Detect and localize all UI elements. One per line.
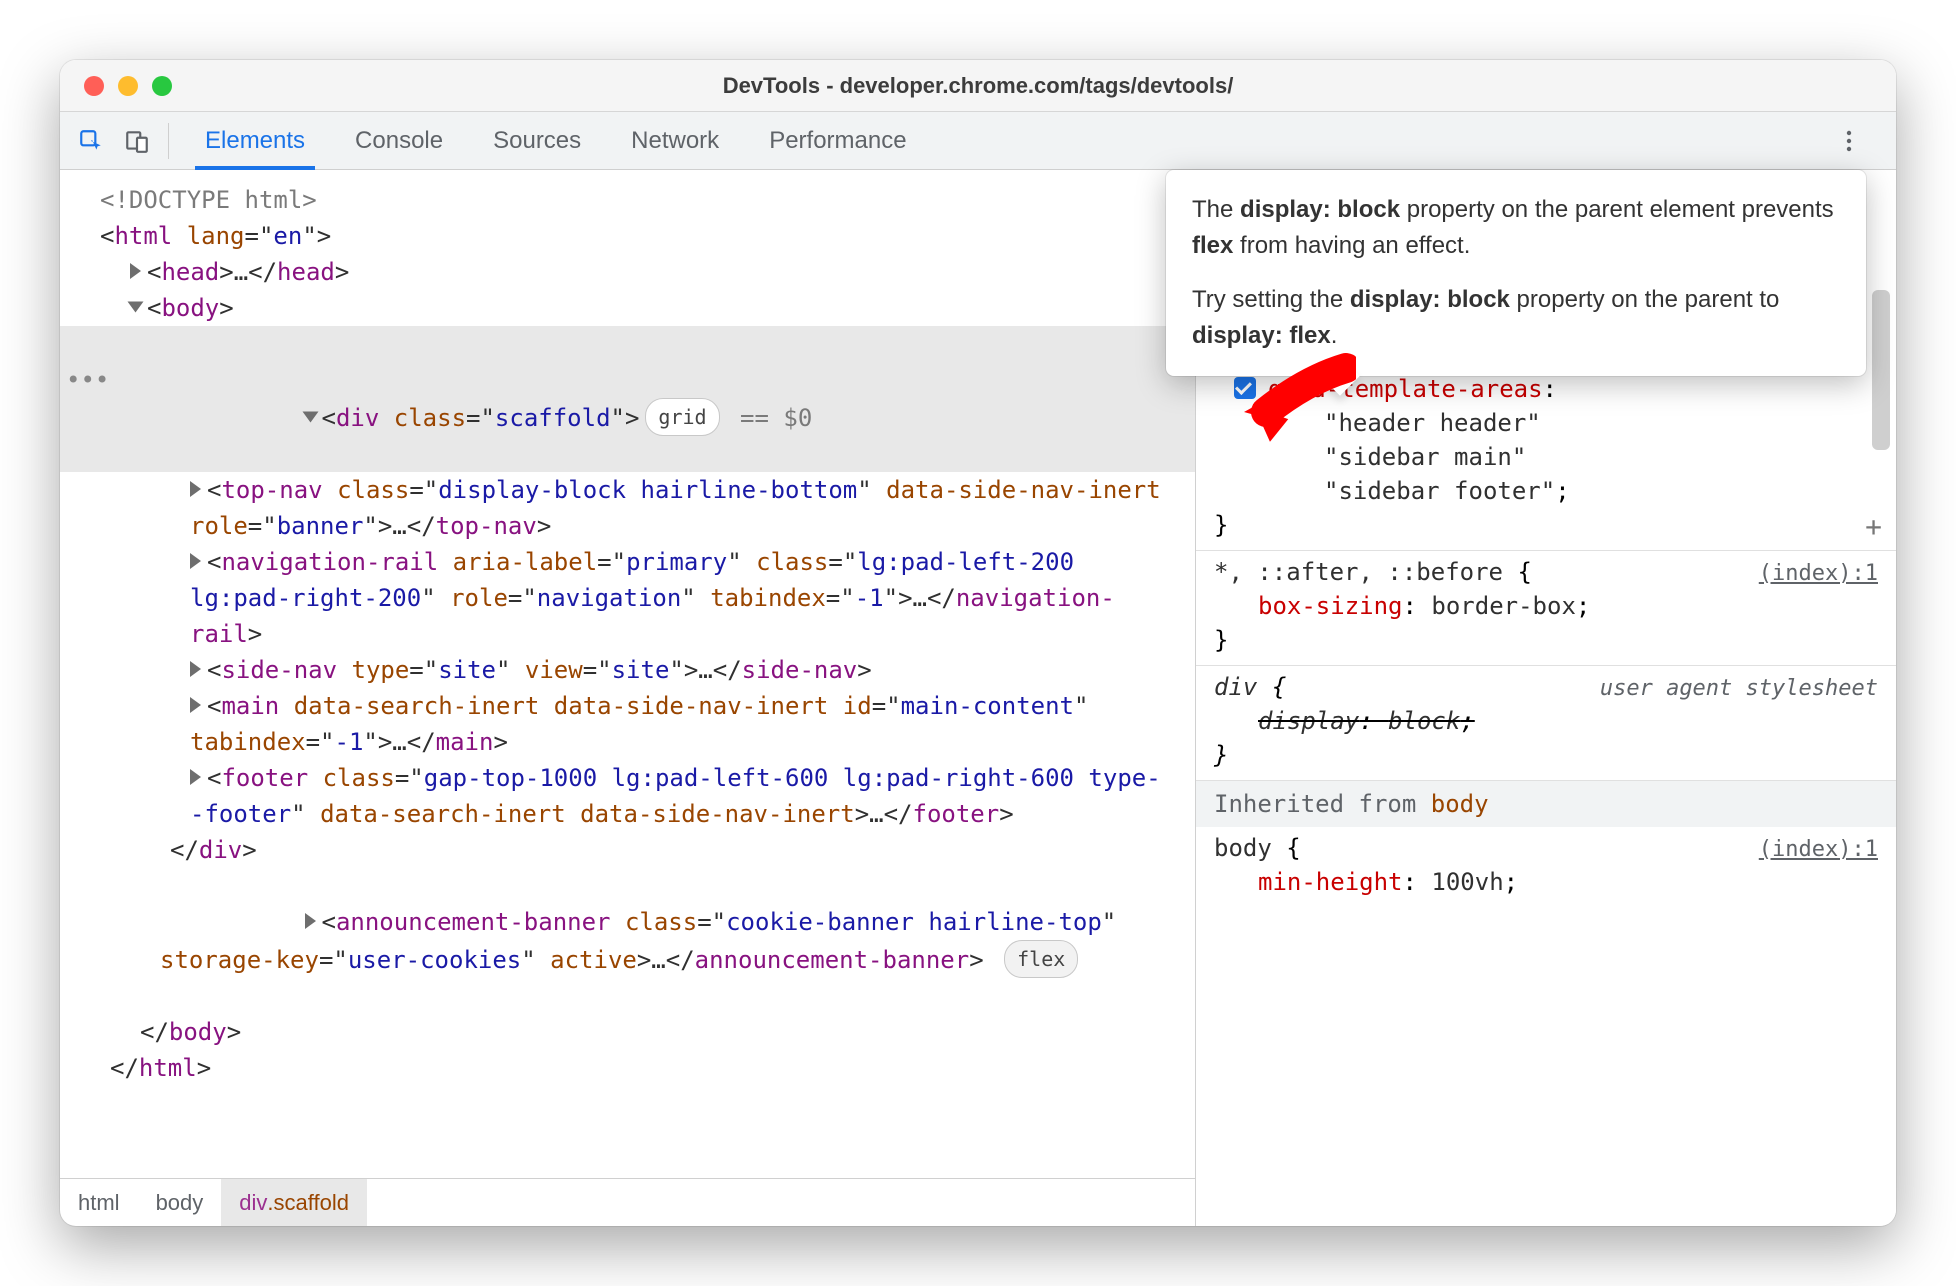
inspect-icon[interactable] [68, 118, 114, 164]
dom-node-main[interactable]: <main data-search-inert data-side-nav-in… [60, 688, 1195, 760]
window-title: DevTools - developer.chrome.com/tags/dev… [60, 73, 1896, 99]
dom-tree[interactable]: <!DOCTYPE html> <html lang="en"> <head>…… [60, 170, 1195, 1178]
dom-doctype[interactable]: <!DOCTYPE html> [60, 182, 1195, 218]
tab-console[interactable]: Console [345, 112, 453, 169]
tab-sources[interactable]: Sources [483, 112, 591, 169]
ua-source: user agent stylesheet [1600, 672, 1878, 706]
panel-tabs: Elements Console Sources Network Perform… [195, 112, 917, 169]
dom-pane: <!DOCTYPE html> <html lang="en"> <head>…… [60, 170, 1196, 1226]
close-window-button[interactable] [84, 76, 104, 96]
rule-ua-div[interactable]: user agent stylesheet div { display: blo… [1196, 666, 1896, 781]
dom-node-footer[interactable]: <footer class="gap-top-1000 lg:pad-left-… [60, 760, 1195, 832]
flex-badge[interactable]: flex [1004, 940, 1078, 978]
rule-universal[interactable]: (index):1 *, ::after, ::before { box-siz… [1196, 551, 1896, 666]
crumb-div-scaffold[interactable]: div.scaffold [221, 1179, 367, 1226]
dom-body-open[interactable]: <body> [60, 290, 1195, 326]
source-link[interactable]: (index):1 [1759, 557, 1878, 591]
dom-node-side-nav[interactable]: <side-nav type="site" view="site">…</sid… [60, 652, 1195, 688]
titlebar: DevTools - developer.chrome.com/tags/dev… [60, 60, 1896, 112]
traffic-lights [60, 76, 172, 96]
add-declaration-icon[interactable]: + [1865, 510, 1882, 544]
toolbar-divider [168, 123, 169, 159]
breadcrumb: html body div.scaffold [60, 1178, 1195, 1226]
dom-selected-div[interactable]: ••• <div class="scaffold">grid == $0 [60, 326, 1195, 472]
tab-performance[interactable]: Performance [759, 112, 916, 169]
tab-network[interactable]: Network [621, 112, 729, 169]
more-actions-icon[interactable]: ••• [66, 362, 109, 398]
device-toggle-icon[interactable] [114, 118, 160, 164]
annotation-arrow [1236, 350, 1356, 455]
inherited-header: Inherited from body [1196, 781, 1896, 827]
minimize-window-button[interactable] [118, 76, 138, 96]
grid-badge[interactable]: grid [645, 398, 719, 436]
devtools-window: DevTools - developer.chrome.com/tags/dev… [60, 60, 1896, 1226]
dom-div-close[interactable]: </div> [60, 832, 1195, 868]
dom-html-open[interactable]: <html lang="en"> [60, 218, 1195, 254]
rule-body[interactable]: (index):1 body { min-height: 100vh; [1196, 827, 1896, 907]
dom-head[interactable]: <head>…</head> [60, 254, 1195, 290]
more-icon[interactable] [1826, 118, 1872, 164]
dom-announcement[interactable]: <announcement-banner class="cookie-banne… [60, 868, 1195, 1014]
crumb-html[interactable]: html [60, 1179, 138, 1226]
devtools-toolbar: Elements Console Sources Network Perform… [60, 112, 1896, 170]
crumb-body[interactable]: body [138, 1179, 222, 1226]
dom-html-close[interactable]: </html> [60, 1050, 1195, 1086]
inactive-css-tooltip: The display: block property on the paren… [1166, 170, 1866, 376]
dom-node-navigation-rail[interactable]: <navigation-rail aria-label="primary" cl… [60, 544, 1195, 652]
maximize-window-button[interactable] [152, 76, 172, 96]
source-link-body[interactable]: (index):1 [1759, 833, 1878, 867]
dom-body-close[interactable]: </body> [60, 1014, 1195, 1050]
tab-elements[interactable]: Elements [195, 112, 315, 169]
dom-node-top-nav[interactable]: <top-nav class="display-block hairline-b… [60, 472, 1195, 544]
